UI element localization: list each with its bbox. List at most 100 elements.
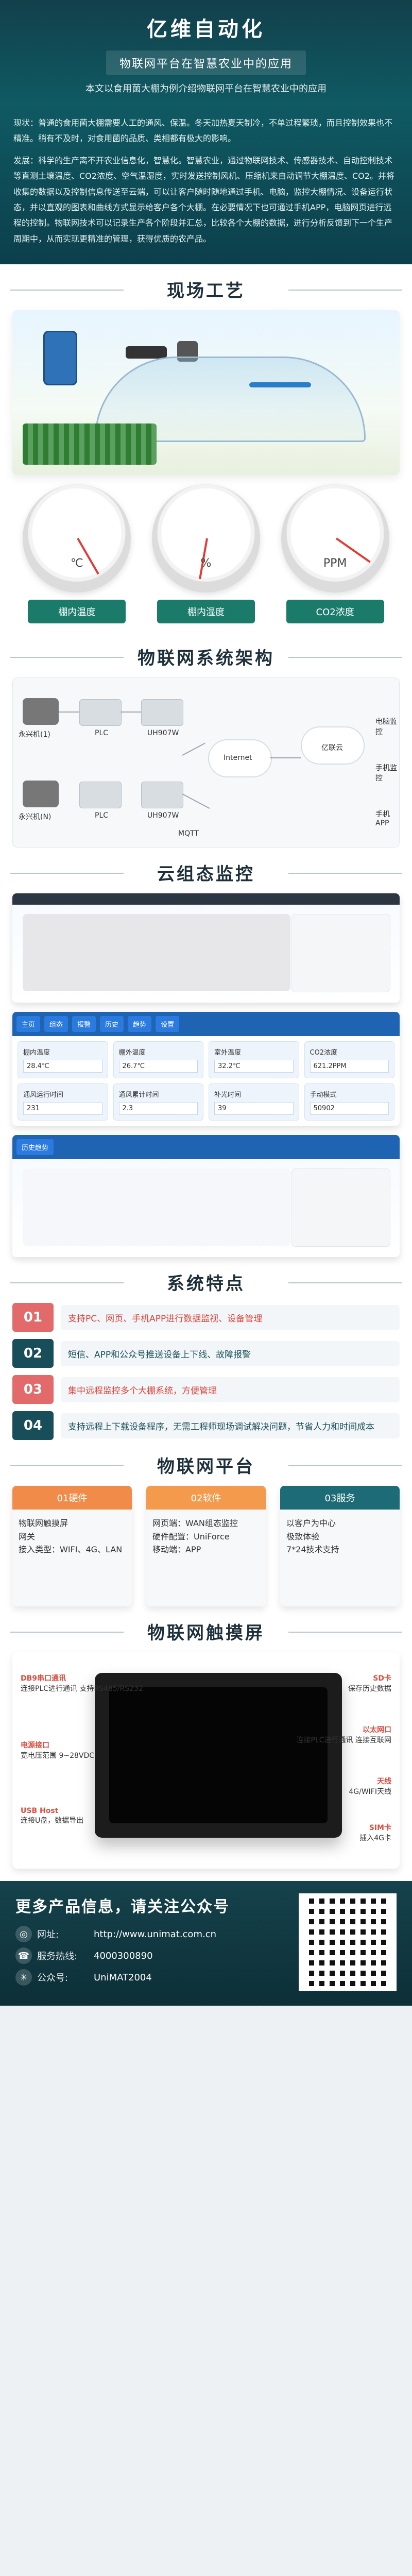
platform-line: 物联网触摸屏 [19,1518,68,1529]
platform-card: 01硬件 物联网触摸屏 网关 接入类型：WIFI、4G、LAN [12,1486,132,1607]
tag-title: 以太网口 [363,1726,391,1735]
yilian-label: 亿联云 [321,744,343,753]
field-value: 2.3 [118,1102,198,1115]
dashboard-grid: 棚内温度 28.4℃ 棚外温度 26.7℃ 室外温度 32.2℃ CO2浓度 6… [12,1036,400,1126]
tab-alarm[interactable]: 报警 [72,1016,96,1032]
gateway-top-label: UH907W [147,729,179,738]
field-value: 621.2PPM [310,1060,389,1073]
tab-settings[interactable]: 设置 [156,1016,180,1032]
map-sidebar [291,914,390,993]
feature-text: 支持PC、网页、手机APP进行数据监视、设备管理 [61,1304,400,1330]
plants-field [23,423,157,465]
connection-line [270,757,301,759]
field-temp-out: 棚外温度 26.7℃ [113,1041,203,1079]
field-temp-outdoor: 室外温度 32.2℃ [209,1041,299,1079]
connection-line [121,711,141,713]
field-vent-total: 通风累计时间 2.3 [113,1083,203,1121]
field-value: 28.4℃ [23,1060,102,1073]
app-label-1: 电脑监控 [375,718,397,737]
field-label: 棚内温度 [23,1049,50,1057]
tag-title: SD卡 [373,1674,391,1683]
sensor-line [249,382,311,388]
tag-title: USB Host [21,1807,59,1816]
tag-power: 电源接口 宽电压范围 9~28VDC [21,1740,94,1760]
platform-card-body: 物联网触摸屏 网关 接入类型：WIFI、4G、LAN [12,1510,132,1607]
field-value: 32.2℃ [214,1060,294,1073]
platform-card-body: 以客户为中心 极致体验 7*24技术支持 [280,1510,400,1607]
paragraph-status: 现状：普通的食用菌大棚需要人工的通风、保温。冬天加热夏天制冷，不单过程繁琐，而且… [13,118,393,144]
platform-line: 极致体验 [286,1531,320,1541]
platform-line: 7*24技术支持 [286,1545,339,1555]
connection-line [182,742,205,756]
app-label-3: 手机APP [375,810,390,828]
internet-label: Internet [224,754,252,762]
touchscreen-device [95,1673,342,1838]
field-label: 通风运行时间 [23,1091,64,1099]
device-top-label: 永兴机(1) [19,731,50,739]
screenshot-history: 历史趋势 [12,1135,400,1258]
section-title-features: 系统特点 [0,1269,412,1295]
plc-top-label: PLC [95,729,109,738]
temperature-gauge: ℃ [23,484,131,593]
platform-line: 移动端：APP [152,1545,201,1555]
contact-value[interactable]: UniMAT2004 [94,1972,152,1983]
tag-title: 天线 [377,1777,391,1786]
gateway-bottom-label: UH907W [147,811,179,820]
tag-ethernet: 以太网口 连接PLC进行通讯 连接互联网 [297,1724,391,1745]
page-subtitle: 物联网平台在智慧农业中的应用 [106,50,306,75]
tab-trend[interactable]: 趋势 [128,1016,152,1032]
feature-text: 集中远程监控多个大棚系统，方便管理 [61,1377,400,1402]
tag-desc: 连接PLC进行通讯 连接互联网 [296,1736,391,1745]
contact-wechat: ✳ 公众号: UniMAT2004 [15,1969,283,1986]
caption-co2: CO2浓度 [286,600,384,624]
contact-label: 服务热线: [37,1951,78,1962]
field-temp-in: 棚内温度 28.4℃ [18,1041,108,1079]
gateway-bottom-box [141,782,183,809]
history-tabs: 历史趋势 [12,1135,400,1160]
history-legend [291,1168,390,1247]
platform-card-title: 02软件 [146,1486,266,1510]
tag-title: SIM卡 [369,1824,391,1833]
field-value: 26.7℃ [118,1060,198,1073]
field-label: 通风累计时间 [118,1091,159,1099]
gauges-row: ℃ % PPM [0,475,412,597]
gauge-unit: ℃ [70,557,83,570]
field-manual: 手动模式 50902 [304,1083,394,1121]
tab-history[interactable]: 历史 [100,1016,124,1032]
touchscreen-display [109,1687,328,1824]
feature-number: 01 [12,1303,54,1332]
contact-value[interactable]: 4000300890 [94,1951,153,1961]
platform-line: 硬件配置：UniForce [152,1531,230,1541]
platform-card: 02软件 网页端：WAN组态监控 硬件配置：UniForce 移动端：APP [146,1486,266,1607]
touchscreen-diagram: DB9串口通讯 连接PLC进行通讯 支持RS485/RS232 电源接口 宽电压… [12,1652,400,1869]
footer-title: 更多产品信息，请关注公众号 [15,1898,230,1917]
features-list: 01 支持PC、网页、手机APP进行数据监视、设备管理 02 短信、APP和公众… [12,1303,400,1440]
feature-text: 支持远程上下载设备程序，无需工程师现场调试解决问题，节省人力和时间成本 [61,1413,400,1438]
feature-row: 04 支持远程上下载设备程序，无需工程师现场调试解决问题，节省人力和时间成本 [12,1411,400,1440]
caption-temp: 棚内温度 [28,600,126,624]
monitor-titlebar [12,893,400,905]
tab-home[interactable]: 主页 [16,1016,41,1032]
humidity-gauge: % [151,484,260,593]
field-label: 棚外温度 [118,1049,146,1057]
device-top-icon [23,698,59,725]
tag-desc: 保存历史数据 [348,1685,391,1693]
field-label: 室外温度 [214,1049,242,1057]
platform-card-title: 01硬件 [12,1486,132,1510]
qr-code [299,1893,397,1992]
architecture-diagram: 永兴机(1) PLC UH907W 永兴机(N) PLC UH907W Inte… [12,677,400,848]
tag-db9: DB9串口通讯 连接PLC进行通讯 支持RS485/RS232 [21,1673,143,1693]
screenshot-map [12,893,400,1003]
co2-gauge: PPM [281,484,389,593]
contact-value[interactable]: http://www.unimat.com.cn [94,1929,216,1940]
tab-config[interactable]: 组态 [44,1016,68,1032]
plc-bottom-box [79,782,122,809]
screenshot-dashboard: 主页 组态 报警 历史 趋势 设置 棚内温度 28.4℃ 棚外温度 26.7℃ … [12,1012,400,1126]
feature-row: 03 集中远程监控多个大棚系统，方便管理 [12,1375,400,1404]
tag-desc: 连接U盘，数据导出 [21,1817,84,1825]
section-title-scene: 现场工艺 [0,277,412,302]
connection-line [182,793,210,809]
platform-card: 03服务 以客户为中心 极致体验 7*24技术支持 [280,1486,400,1607]
tag-antenna: 天线 4G/WIFI天线 [349,1776,391,1797]
gauge-unit: % [200,557,212,570]
